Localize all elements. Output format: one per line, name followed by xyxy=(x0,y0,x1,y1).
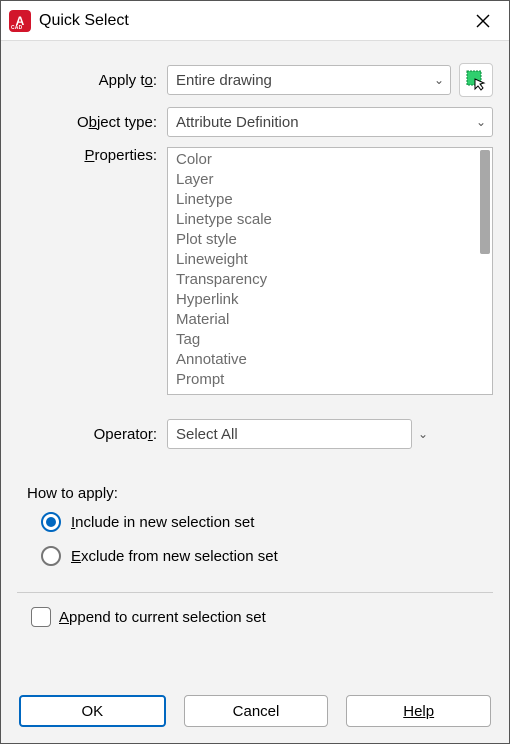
apply-to-combo[interactable]: Entire drawing ⌄ xyxy=(167,65,451,95)
operator-row: Operator: Select All ⌄ xyxy=(17,419,493,449)
operator-label: Operator: xyxy=(17,426,167,443)
object-type-combo[interactable]: Attribute Definition ⌄ xyxy=(167,107,493,137)
button-bar: OK Cancel Help xyxy=(1,681,509,743)
append-row: Append to current selection set xyxy=(31,607,493,627)
operator-combo[interactable]: Select All xyxy=(167,419,412,449)
include-radio[interactable] xyxy=(41,512,61,532)
list-item[interactable]: Color xyxy=(176,150,478,170)
separator xyxy=(17,592,493,593)
include-radio-row: Include in new selection set xyxy=(41,512,493,532)
chevron-down-icon: ⌄ xyxy=(418,427,428,441)
apply-to-label: Apply to: xyxy=(17,72,167,89)
list-item[interactable]: Layer xyxy=(176,170,478,190)
chevron-down-icon: ⌄ xyxy=(434,73,444,87)
cancel-button[interactable]: Cancel xyxy=(184,695,329,727)
dialog-content: Apply to: Entire drawing ⌄ Object type: … xyxy=(1,41,509,681)
help-label: Help xyxy=(403,703,434,720)
include-label: Include in new selection set xyxy=(71,514,254,531)
list-item[interactable]: Linetype scale xyxy=(176,210,478,230)
object-type-value: Attribute Definition xyxy=(176,114,299,131)
help-button[interactable]: Help xyxy=(346,695,491,727)
app-icon: A xyxy=(9,10,31,32)
select-objects-button[interactable] xyxy=(459,63,493,97)
close-button[interactable] xyxy=(463,1,503,41)
properties-row: Properties: ColorLayerLinetypeLinetype s… xyxy=(17,147,493,395)
close-icon xyxy=(476,14,490,28)
chevron-down-icon: ⌄ xyxy=(476,115,486,129)
list-item[interactable]: Lineweight xyxy=(176,250,478,270)
list-item[interactable]: Plot style xyxy=(176,230,478,250)
scrollbar-thumb[interactable] xyxy=(480,150,490,254)
list-item[interactable]: Linetype xyxy=(176,190,478,210)
list-item[interactable]: Transparency xyxy=(176,270,478,290)
list-item[interactable]: Hyperlink xyxy=(176,290,478,310)
exclude-radio-row: Exclude from new selection set xyxy=(41,546,493,566)
append-checkbox[interactable] xyxy=(31,607,51,627)
apply-to-value: Entire drawing xyxy=(176,72,272,89)
titlebar: A Quick Select xyxy=(1,1,509,41)
select-objects-icon xyxy=(465,69,487,91)
object-type-row: Object type: Attribute Definition ⌄ xyxy=(17,107,493,137)
properties-label: Properties: xyxy=(17,147,167,164)
list-item[interactable]: Annotative xyxy=(176,350,478,370)
apply-to-row: Apply to: Entire drawing ⌄ xyxy=(17,63,493,97)
operator-value: Select All xyxy=(176,426,238,443)
list-item[interactable]: Material xyxy=(176,310,478,330)
list-item[interactable]: Tag xyxy=(176,330,478,350)
exclude-label: Exclude from new selection set xyxy=(71,548,278,565)
exclude-radio[interactable] xyxy=(41,546,61,566)
list-item[interactable]: Prompt xyxy=(176,370,478,390)
window-title: Quick Select xyxy=(39,12,463,30)
object-type-label: Object type: xyxy=(17,114,167,131)
append-label: Append to current selection set xyxy=(59,609,266,626)
properties-listbox[interactable]: ColorLayerLinetypeLinetype scalePlot sty… xyxy=(167,147,493,395)
ok-button[interactable]: OK xyxy=(19,695,166,727)
how-to-apply-label: How to apply: xyxy=(27,485,493,502)
